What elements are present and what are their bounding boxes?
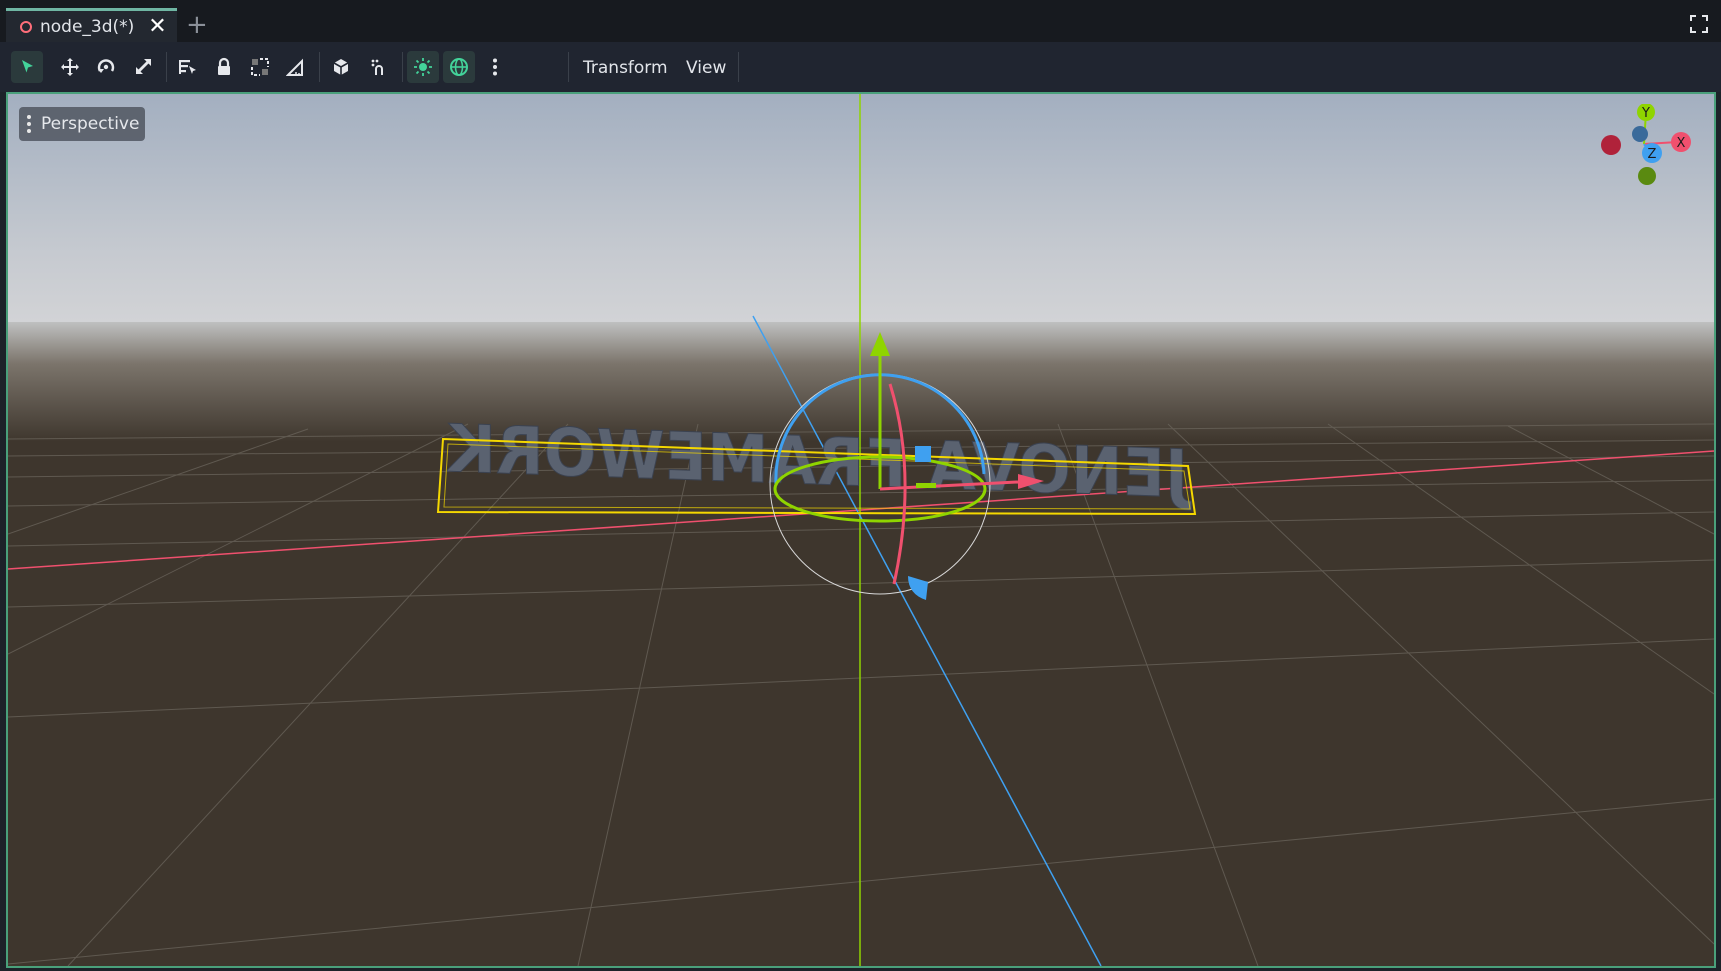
scene-modified-icon: [20, 20, 32, 33]
environment-toggle-icon: [450, 58, 468, 76]
tab-title: node_3d(*): [40, 16, 135, 37]
perspective-label: Perspective: [41, 114, 140, 134]
select-tool-icon: [22, 60, 33, 73]
fullscreen-icon[interactable]: [1689, 14, 1709, 34]
local-space-button[interactable]: [325, 51, 357, 83]
list-select-button[interactable]: [171, 51, 203, 83]
view-menu[interactable]: View: [686, 58, 726, 78]
rotate-tool-icon: [97, 59, 115, 73]
transform-menu[interactable]: Transform: [583, 58, 668, 78]
scene-view[interactable]: JENOVA FRAMEWORK: [8, 94, 1714, 966]
ruler-icon: [286, 58, 303, 76]
lock-icon: [218, 57, 230, 75]
add-tab-icon[interactable]: +: [186, 12, 208, 38]
move-tool-icon: [61, 58, 79, 76]
svg-text:X: X: [1677, 136, 1686, 151]
toolbar: Transform View: [0, 42, 1721, 92]
neg-x-axis-icon[interactable]: [1601, 135, 1621, 155]
ruler-button[interactable]: [280, 51, 312, 83]
snap-button[interactable]: [363, 51, 395, 83]
rotate-tool-button[interactable]: [90, 51, 122, 83]
tab-node-3d[interactable]: node_3d(*) ✕: [6, 8, 177, 42]
group-icon: [251, 58, 269, 76]
neg-z-axis-icon[interactable]: [1632, 126, 1648, 142]
neg-y-axis-icon[interactable]: [1638, 167, 1656, 185]
sun-toggle-button[interactable]: [407, 51, 439, 83]
scale-tool-icon: [136, 59, 151, 74]
tab-bar: node_3d(*) ✕ +: [0, 0, 1721, 42]
svg-text:Y: Y: [1641, 106, 1650, 121]
local-space-icon: [333, 59, 349, 75]
group-button[interactable]: [244, 51, 276, 83]
sun-toggle-icon: [414, 58, 432, 76]
kebab-menu-icon: [25, 115, 33, 133]
list-select-icon: [179, 60, 196, 74]
snap-icon: [371, 59, 383, 75]
svg-text:Z: Z: [1648, 147, 1657, 162]
more-icon: [493, 58, 497, 76]
viewport-3d[interactable]: JENOVA FRAMEWORK Perspective X Y Z: [6, 92, 1716, 968]
environment-toggle-button[interactable]: [443, 51, 475, 83]
lock-button[interactable]: [208, 51, 240, 83]
more-options-button[interactable]: [479, 51, 511, 83]
view-orientation-gizmo[interactable]: X Y Z: [1594, 104, 1704, 204]
select-tool-button[interactable]: [11, 51, 43, 83]
close-icon[interactable]: ✕: [148, 15, 166, 38]
sky: [8, 94, 1714, 322]
scale-tool-button[interactable]: [127, 51, 159, 83]
perspective-menu-button[interactable]: Perspective: [19, 107, 146, 141]
move-tool-button[interactable]: [54, 51, 86, 83]
